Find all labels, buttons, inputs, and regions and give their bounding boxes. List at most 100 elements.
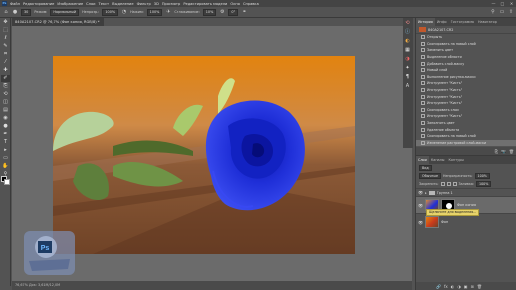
layer-opacity-field[interactable]: 100%	[474, 173, 490, 179]
tab-histogram[interactable]: Гистограмма	[449, 18, 476, 26]
blend-mode-select[interactable]: Обычные	[419, 173, 441, 179]
history-item[interactable]: Инструмент "Кисть"	[416, 93, 516, 100]
history-panel-icon[interactable]: ⟲	[404, 20, 411, 27]
share-icon[interactable]: ⇪	[508, 9, 514, 15]
flow-field[interactable]: 100%	[146, 8, 163, 16]
new-layer-icon[interactable]: ⊞	[471, 284, 474, 289]
eye-icon[interactable]: 👁	[418, 203, 423, 208]
brush-icon[interactable]: ✐	[1, 75, 10, 82]
trash-icon[interactable]: 🗑	[477, 284, 482, 289]
menu-view[interactable]: Просмотр	[162, 2, 180, 6]
tab-info[interactable]: Инфо	[435, 18, 449, 26]
history-item[interactable]: Открыть	[416, 34, 516, 41]
history-item[interactable]: Инструмент "Кисть"	[416, 113, 516, 120]
fill-field[interactable]: 100%	[475, 181, 492, 187]
history-item[interactable]: Изменение растровой слой-маски	[416, 139, 516, 147]
info-panel-icon[interactable]: ⓘ	[404, 29, 411, 36]
menu-edit[interactable]: Редактирование	[23, 2, 54, 6]
lock-pixels-icon[interactable]	[446, 182, 451, 186]
tab-paths[interactable]: Контуры	[446, 156, 466, 164]
link-icon[interactable]: 🔗	[436, 284, 441, 289]
swatches-panel-icon[interactable]: ▦	[404, 47, 411, 54]
chevron-right-icon[interactable]: ▸	[425, 191, 427, 195]
adjustment-layer-icon[interactable]: ◑	[457, 284, 461, 289]
history-item[interactable]: Инструмент "Кисть"	[416, 80, 516, 87]
history-item[interactable]: Инструмент "Кисть"	[416, 100, 516, 107]
history-snapshot[interactable]: 840A2107.CR2	[416, 26, 516, 34]
close-icon[interactable]: ✕	[507, 0, 516, 7]
crop-icon[interactable]: ⌗	[1, 51, 10, 58]
tab-history[interactable]: История	[416, 18, 435, 26]
eye-icon[interactable]: 👁	[418, 220, 423, 225]
tab-layers[interactable]: Слои	[416, 156, 429, 164]
brush-preset-icon[interactable]: ●	[12, 9, 18, 15]
marquee-icon[interactable]: ⬚	[1, 27, 10, 34]
fx-icon[interactable]: fx	[444, 284, 448, 289]
menu-file[interactable]: Файл	[10, 2, 20, 6]
new-document-from-state-icon[interactable]: ⎘	[495, 149, 498, 154]
menu-select[interactable]: Выделение	[112, 2, 133, 6]
paragraph-panel-icon[interactable]: ¶	[404, 74, 411, 81]
healing-icon[interactable]: ✚	[1, 67, 10, 74]
menu-type[interactable]: Текст	[99, 2, 110, 6]
tab-channels[interactable]: Каналы	[429, 156, 447, 164]
document-image[interactable]	[53, 56, 355, 254]
shape-icon[interactable]: ▭	[1, 155, 10, 162]
styles-panel-icon[interactable]: ✦	[404, 65, 411, 72]
menu-3d[interactable]: 3D	[154, 2, 159, 6]
new-group-icon[interactable]: ▣	[464, 284, 468, 289]
history-item[interactable]: Выделение области	[416, 54, 516, 61]
history-item[interactable]: Скопировать на новый слой	[416, 41, 516, 48]
search-icon[interactable]: ⚲	[490, 9, 496, 15]
menu-layers[interactable]: Слои	[86, 2, 95, 6]
stamp-icon[interactable]: ⎘	[1, 83, 10, 90]
pressure-opacity-icon[interactable]: ◔	[121, 9, 127, 15]
layer-filter-select[interactable]: Вид	[419, 165, 432, 171]
history-item[interactable]: Удаление объекта	[416, 126, 516, 133]
eye-icon[interactable]: 👁	[418, 190, 423, 195]
workspace-icon[interactable]: ▭	[499, 9, 505, 15]
smoothing-field[interactable]: 10%	[202, 8, 217, 16]
history-brush-icon[interactable]: ⟲	[1, 91, 10, 98]
airbrush-icon[interactable]: ✈	[165, 9, 171, 15]
minimize-icon[interactable]: —	[489, 0, 498, 7]
opacity-field[interactable]: 100%	[102, 8, 119, 16]
gear-icon[interactable]: ⚙	[219, 9, 225, 15]
dodge-icon[interactable]: ●	[1, 123, 10, 130]
brush-size-field[interactable]: 30	[21, 8, 32, 16]
history-item[interactable]: Добавить слой-маску	[416, 60, 516, 67]
menu-edit-models[interactable]: Редактировать модели	[183, 2, 227, 6]
camera-icon[interactable]: 📷	[501, 149, 506, 154]
quick-select-icon[interactable]: ✎	[1, 43, 10, 50]
history-item[interactable]: Заполнить цвет	[416, 120, 516, 127]
angle-field[interactable]: 0°	[228, 8, 239, 16]
history-item[interactable]: Скопировать слои	[416, 107, 516, 114]
menu-help[interactable]: Справка	[243, 2, 259, 6]
move-icon[interactable]: ✥	[1, 19, 10, 26]
mode-select[interactable]: Нормальный	[50, 8, 80, 16]
lasso-icon[interactable]: ℓ	[1, 35, 10, 42]
color-panel-icon[interactable]: ◐	[404, 38, 411, 45]
blur-icon[interactable]: ◉	[1, 115, 10, 122]
history-item[interactable]: Заменить цвет	[416, 47, 516, 54]
symmetry-icon[interactable]: ⚭	[241, 9, 247, 15]
menu-image[interactable]: Изображение	[57, 2, 83, 6]
eyedropper-icon[interactable]: ⁄	[1, 59, 10, 66]
history-item[interactable]: Новый слой	[416, 67, 516, 74]
history-item[interactable]: Скопировать на новый слой	[416, 133, 516, 140]
home-icon[interactable]: ⌂	[3, 9, 9, 15]
pen-icon[interactable]: ✒	[1, 131, 10, 138]
add-mask-icon[interactable]: ◐	[451, 284, 455, 289]
tab-navigator[interactable]: Навигатор	[476, 18, 499, 26]
eraser-icon[interactable]: ◫	[1, 99, 10, 106]
trash-icon[interactable]: 🗑	[509, 149, 514, 154]
document-tab[interactable]: 840A2107.CR2 @ 76,7% (Фон копия, RGB/8) …	[12, 18, 104, 26]
adjustments-panel-icon[interactable]: ◑	[404, 56, 411, 63]
path-select-icon[interactable]: ▸	[1, 147, 10, 154]
history-item[interactable]: Инструмент "Кисть"	[416, 87, 516, 94]
lock-transparency-icon[interactable]	[440, 182, 445, 186]
hand-icon[interactable]: ✋	[1, 163, 10, 170]
lock-position-icon[interactable]	[452, 182, 457, 186]
background-color-swatch[interactable]	[4, 179, 10, 185]
type-icon[interactable]: T	[1, 139, 10, 146]
